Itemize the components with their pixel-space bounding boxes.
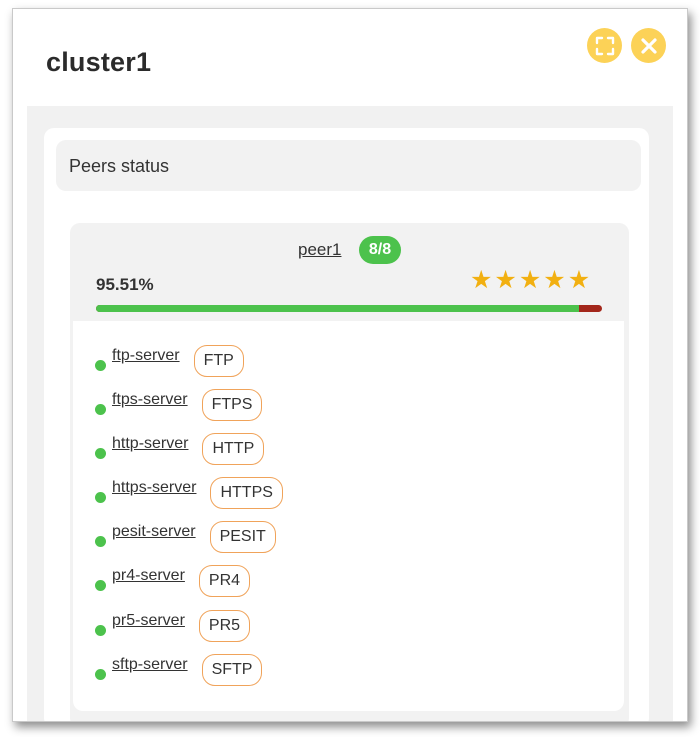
protocol-badge: HTTPS	[210, 477, 283, 509]
server-row: pesit-server PESIT	[95, 519, 276, 555]
server-row: pr5-server PR5	[95, 608, 251, 644]
server-list: ftp-server FTP ftps-server FTPS http-server H…	[73, 321, 624, 711]
server-row: ftp-server FTP	[95, 343, 244, 379]
server-link[interactable]: pesit-server	[112, 523, 196, 541]
server-link[interactable]: pr5-server	[112, 612, 185, 630]
server-row: ftps-server FTPS	[95, 387, 263, 423]
status-dot-icon	[95, 359, 106, 371]
expand-icon	[595, 36, 614, 55]
peer-progress-bar	[96, 305, 602, 312]
panel-header-title: Peers status	[69, 156, 170, 176]
server-link[interactable]: http-server	[112, 435, 188, 453]
status-dot-icon	[95, 624, 106, 636]
status-dot-icon	[95, 535, 106, 547]
protocol-badge: FTPS	[201, 389, 263, 421]
server-row: pr4-server PR4	[95, 563, 251, 599]
star-icon: ★	[518, 266, 542, 294]
protocol-badge: PESIT	[209, 521, 276, 553]
star-icon: ★	[494, 266, 517, 294]
status-dot-icon	[95, 668, 106, 680]
panel-header: Peers status	[56, 140, 641, 191]
protocol-badge: SFTP	[201, 654, 263, 686]
peer-percent: 95.51%	[96, 275, 154, 294]
peer-card: peer1 8/8 95.51% ★ ★ ★ ★ ★ ftp-server FTP ftps…	[70, 223, 629, 721]
window-title: cluster1	[46, 47, 152, 77]
expand-button[interactable]	[587, 28, 622, 63]
close-icon	[640, 37, 657, 54]
status-dot-icon	[95, 579, 106, 591]
peer-progress-fill	[96, 305, 580, 312]
server-link[interactable]: ftp-server	[112, 347, 180, 365]
protocol-badge: FTP	[193, 345, 244, 377]
close-button[interactable]	[631, 28, 666, 63]
star-icon: ★	[470, 266, 493, 294]
status-dot-icon	[95, 491, 106, 503]
server-row: sftp-server SFTP	[95, 652, 263, 688]
peer-status-badge: 8/8	[359, 236, 401, 264]
content-area: Peers status peer1 8/8 95.51% ★ ★ ★ ★ ★ ftp-…	[27, 106, 673, 721]
server-link[interactable]: sftp-server	[112, 656, 188, 674]
server-link[interactable]: pr4-server	[112, 567, 185, 585]
peers-status-panel: Peers status peer1 8/8 95.51% ★ ★ ★ ★ ★ ftp-…	[44, 128, 649, 721]
star-icon: ★	[567, 266, 591, 294]
protocol-badge: PR4	[198, 565, 251, 597]
server-row: https-server HTTPS	[95, 475, 283, 511]
peer-link[interactable]: peer1	[298, 240, 341, 260]
protocol-badge: PR5	[198, 610, 251, 642]
cluster-window: cluster1 Peers status peer1 8/8 95.51% ★…	[12, 8, 688, 722]
status-dot-icon	[95, 447, 106, 459]
peer-rating-stars: ★ ★ ★ ★ ★	[470, 268, 590, 293]
server-link[interactable]: https-server	[112, 479, 196, 497]
star-icon: ★	[543, 266, 566, 294]
server-link[interactable]: ftps-server	[112, 391, 188, 409]
protocol-badge: HTTP	[202, 433, 265, 465]
status-dot-icon	[95, 403, 106, 415]
server-row: http-server HTTP	[95, 431, 265, 467]
